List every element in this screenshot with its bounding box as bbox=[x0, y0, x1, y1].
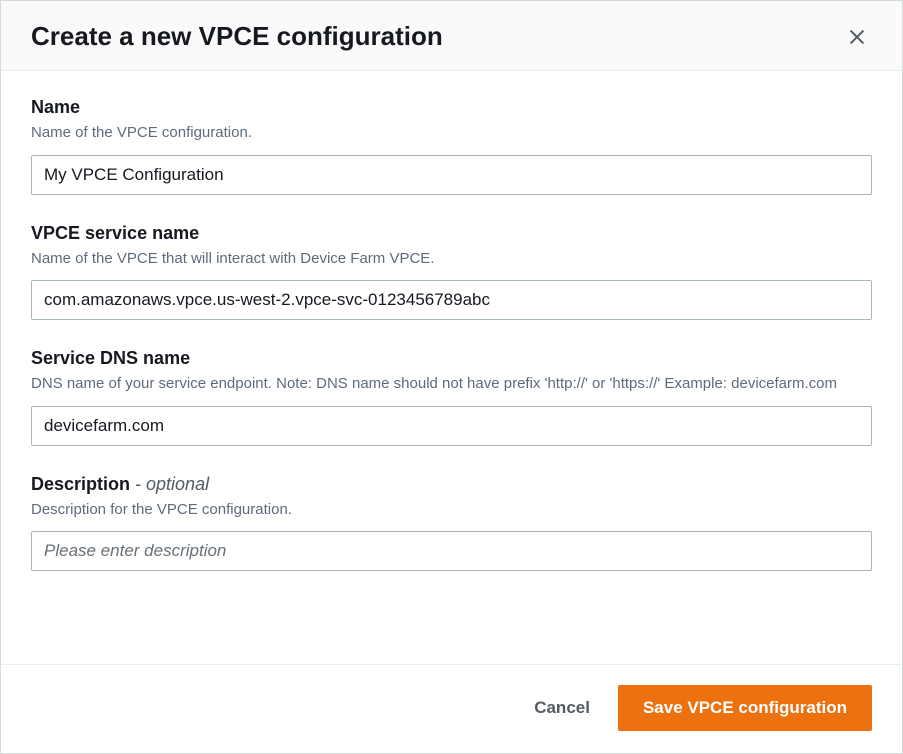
service-name-label: VPCE service name bbox=[31, 223, 872, 244]
dns-name-label: Service DNS name bbox=[31, 348, 872, 369]
name-field-group: Name Name of the VPCE configuration. bbox=[31, 97, 872, 195]
service-name-input[interactable] bbox=[31, 280, 872, 320]
save-button[interactable]: Save VPCE configuration bbox=[618, 685, 872, 731]
dns-name-input[interactable] bbox=[31, 406, 872, 446]
service-name-hint: Name of the VPCE that will interact with… bbox=[31, 248, 872, 271]
modal-header: Create a new VPCE configuration bbox=[1, 1, 902, 71]
name-hint: Name of the VPCE configuration. bbox=[31, 122, 872, 145]
name-input[interactable] bbox=[31, 155, 872, 195]
description-hint: Description for the VPCE configuration. bbox=[31, 499, 872, 522]
modal-body: Name Name of the VPCE configuration. VPC… bbox=[1, 71, 902, 664]
service-name-field-group: VPCE service name Name of the VPCE that … bbox=[31, 223, 872, 321]
cancel-button[interactable]: Cancel bbox=[526, 688, 598, 728]
modal-footer: Cancel Save VPCE configuration bbox=[1, 664, 902, 753]
description-field-group: Description - optional Description for t… bbox=[31, 474, 872, 572]
dns-name-field-group: Service DNS name DNS name of your servic… bbox=[31, 348, 872, 446]
close-button[interactable] bbox=[842, 22, 872, 52]
modal-title: Create a new VPCE configuration bbox=[31, 21, 443, 52]
name-label: Name bbox=[31, 97, 872, 118]
close-icon bbox=[846, 26, 868, 48]
description-label-text: Description bbox=[31, 474, 130, 494]
create-vpce-modal: Create a new VPCE configuration Name Nam… bbox=[0, 0, 903, 754]
dns-name-hint: DNS name of your service endpoint. Note:… bbox=[31, 373, 872, 396]
description-label: Description - optional bbox=[31, 474, 872, 495]
description-input[interactable] bbox=[31, 531, 872, 571]
description-optional-text: - optional bbox=[130, 474, 209, 494]
